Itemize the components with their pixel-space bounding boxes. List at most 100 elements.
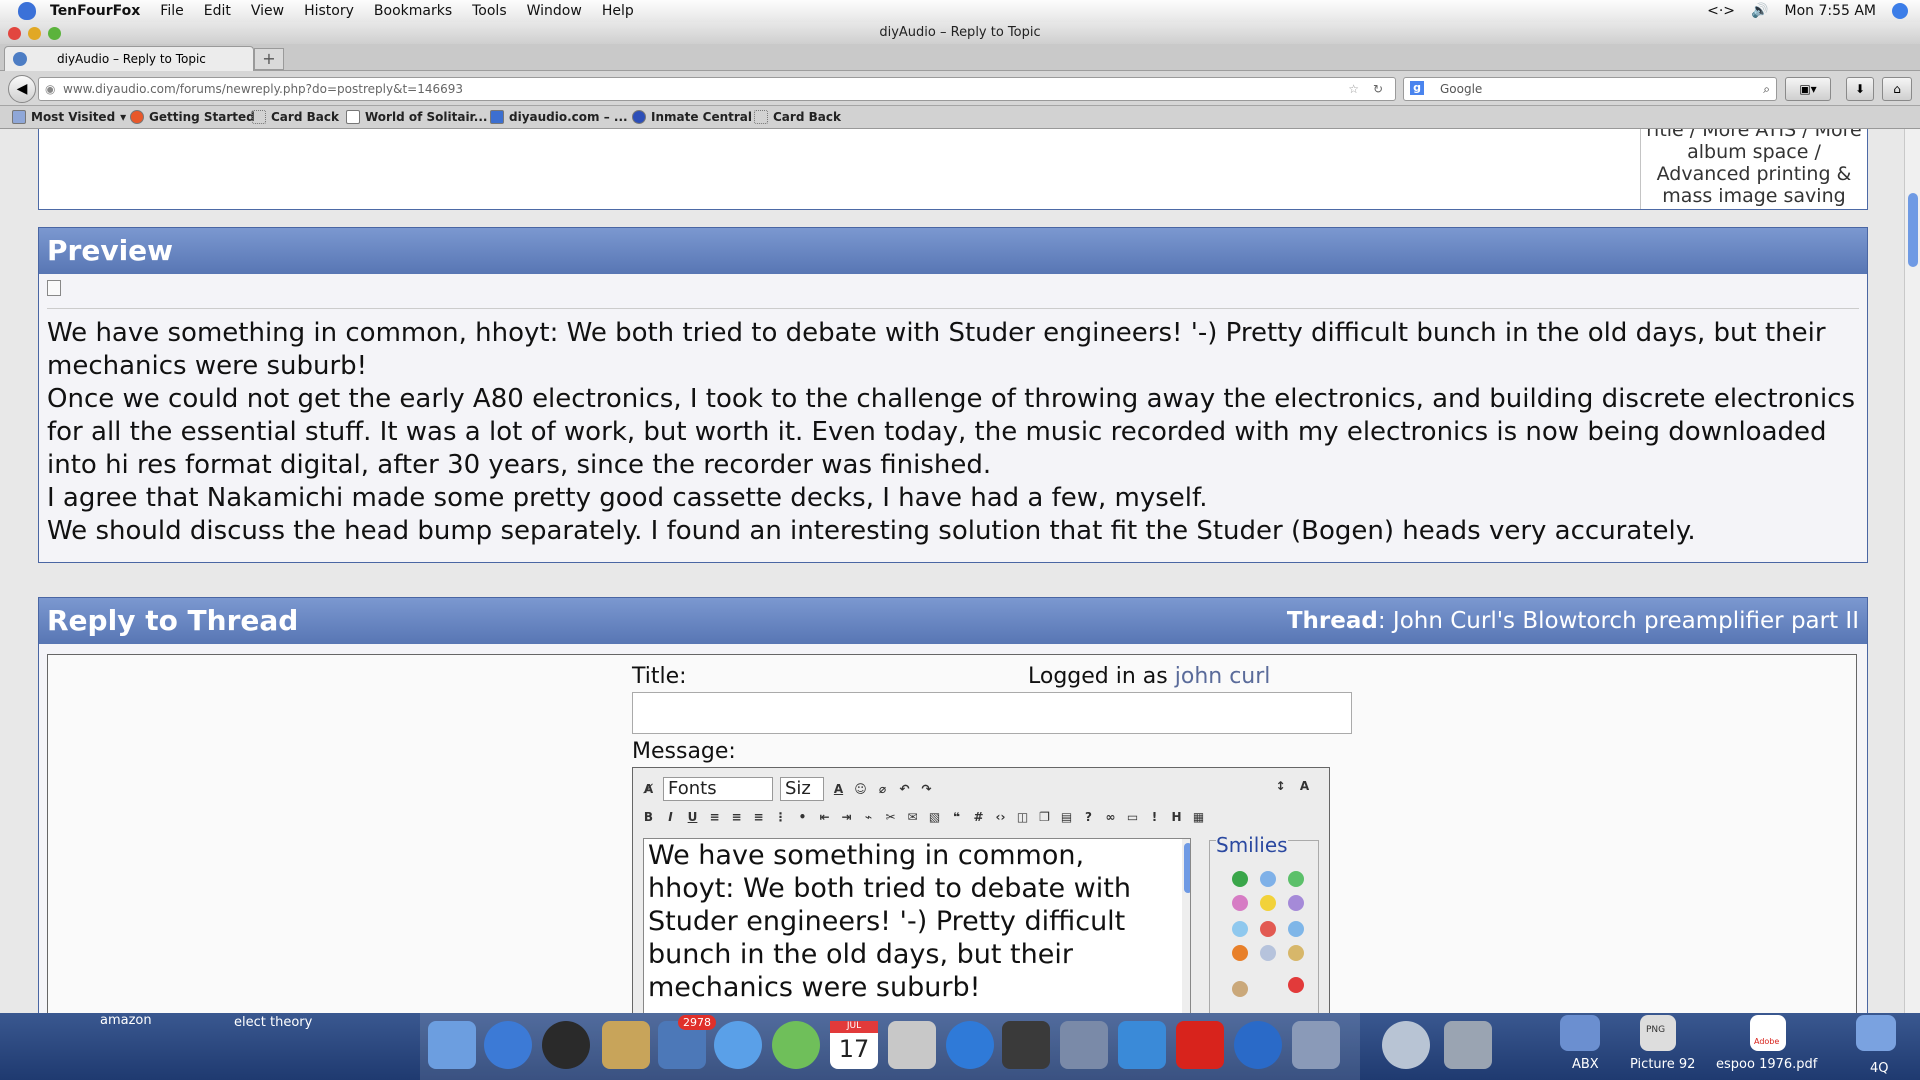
- trash-icon[interactable]: [1444, 1021, 1492, 1069]
- bookmark-most-visited[interactable]: Most Visited ▾: [12, 110, 126, 124]
- size-select[interactable]: Siz: [780, 777, 824, 801]
- textarea-scrollbar[interactable]: [1182, 839, 1190, 1013]
- finder-icon[interactable]: [428, 1021, 476, 1069]
- underline-icon[interactable]: U: [685, 810, 700, 825]
- bookmark-card-back-2[interactable]: Card Back: [754, 110, 841, 124]
- page-scrollbar[interactable]: [1904, 129, 1920, 1013]
- ichat-icon[interactable]: [714, 1021, 762, 1069]
- page-scroll-thumb[interactable]: [1908, 193, 1918, 267]
- iphoto-icon[interactable]: [1292, 1021, 1340, 1069]
- bookmark-inmate-central[interactable]: Inmate Central: [632, 110, 752, 124]
- tenfourfox-icon[interactable]: [1234, 1021, 1282, 1069]
- smiley-tongue-icon[interactable]: [1232, 895, 1248, 911]
- smiley-menu-icon[interactable]: ☺: [853, 782, 868, 797]
- chain-link-icon[interactable]: ∞: [1103, 810, 1118, 825]
- email-link-icon[interactable]: ✉: [905, 810, 920, 825]
- exclamation-icon[interactable]: !: [1147, 810, 1162, 825]
- switch-mode-icon[interactable]: A: [1297, 778, 1312, 793]
- resize-editor-icon[interactable]: ↕: [1273, 778, 1288, 793]
- unlink-icon[interactable]: ✂: [883, 810, 898, 825]
- align-center-icon[interactable]: ≡: [729, 810, 744, 825]
- close-window-icon[interactable]: [8, 27, 21, 40]
- undo-icon[interactable]: ↶: [897, 782, 912, 797]
- minimize-window-icon[interactable]: [28, 27, 41, 40]
- remove-format-icon[interactable]: A̸: [641, 782, 656, 797]
- ical-icon[interactable]: JUL 17: [830, 1021, 878, 1069]
- url-bar[interactable]: ◉ www.diyaudio.com/forums/newreply.php?d…: [38, 77, 1396, 101]
- textarea-scroll-thumb[interactable]: [1184, 843, 1190, 893]
- smiley-mad-icon[interactable]: [1260, 921, 1276, 937]
- thread-name[interactable]: John Curl's Blowtorch preamplifier part …: [1393, 608, 1859, 634]
- align-left-icon[interactable]: ≡: [707, 810, 722, 825]
- bookmark-getting-started[interactable]: Getting Started: [130, 110, 255, 124]
- title-input[interactable]: [632, 692, 1352, 734]
- smiley-eek-icon[interactable]: [1260, 945, 1276, 961]
- menu-app-name[interactable]: TenFourFox: [50, 3, 140, 19]
- align-right-icon[interactable]: ≡: [751, 810, 766, 825]
- smiley-rolleyes-icon[interactable]: [1288, 921, 1304, 937]
- downloads-button[interactable]: ⬇: [1846, 77, 1874, 101]
- username-link[interactable]: john curl: [1175, 664, 1271, 689]
- help-viewer-icon[interactable]: [1060, 1021, 1108, 1069]
- dashboard-icon[interactable]: [542, 1021, 590, 1069]
- safari-icon[interactable]: [484, 1021, 532, 1069]
- ordered-list-icon[interactable]: ⋮: [773, 810, 788, 825]
- bookmark-world-of-solitaire[interactable]: World of Solitair...: [346, 110, 487, 124]
- indent-icon[interactable]: ⇥: [839, 810, 854, 825]
- menu-window[interactable]: Window: [527, 3, 582, 19]
- home-button[interactable]: ⌂: [1882, 77, 1912, 101]
- back-button[interactable]: ◀: [8, 75, 36, 103]
- png-file-icon[interactable]: PNG: [1640, 1015, 1676, 1051]
- table-icon[interactable]: ▦: [1191, 810, 1206, 825]
- address-book-icon[interactable]: [602, 1021, 650, 1069]
- menu-help[interactable]: Help: [602, 3, 634, 19]
- printer-icon[interactable]: [1002, 1021, 1050, 1069]
- insert-image-icon[interactable]: ▧: [927, 810, 942, 825]
- bookmark-star-icon[interactable]: ☆: [1348, 78, 1359, 100]
- google-engine-icon[interactable]: g: [1410, 81, 1424, 95]
- smiley-confused-icon[interactable]: [1232, 921, 1248, 937]
- menu-edit[interactable]: Edit: [204, 3, 231, 19]
- apple-menu-icon[interactable]: [18, 2, 36, 20]
- sync-status-icon[interactable]: <·>: [1707, 3, 1735, 19]
- book-icon[interactable]: ▤: [1059, 810, 1074, 825]
- bookmark-card-back-1[interactable]: Card Back: [252, 110, 339, 124]
- screenshot-menu-button[interactable]: ▣▾: [1785, 77, 1831, 101]
- menu-history[interactable]: History: [304, 3, 354, 19]
- text-color-icon[interactable]: A: [831, 782, 846, 797]
- label-icon[interactable]: ▭: [1125, 810, 1140, 825]
- search-icon[interactable]: ⌕: [1763, 78, 1770, 100]
- smiley-music-icon[interactable]: [1288, 945, 1304, 961]
- ad-panel[interactable]: ritle / More ATIS / More album space / A…: [1640, 129, 1867, 209]
- smiley-reading-icon[interactable]: [1232, 981, 1248, 997]
- menu-bookmarks[interactable]: Bookmarks: [374, 3, 452, 19]
- new-tab-button[interactable]: +: [254, 48, 284, 70]
- redo-icon[interactable]: ↷: [919, 782, 934, 797]
- outdent-icon[interactable]: ⇤: [817, 810, 832, 825]
- pdf-file-icon[interactable]: Adobe: [1750, 1015, 1786, 1051]
- horizontal-rule-icon[interactable]: H: [1169, 810, 1184, 825]
- 4q-folder-icon[interactable]: [1856, 1015, 1896, 1051]
- zoom-window-icon[interactable]: [48, 27, 61, 40]
- html-icon[interactable]: ◫: [1015, 810, 1030, 825]
- attachment-icon[interactable]: ⌀: [875, 782, 890, 797]
- smiley-cool-icon[interactable]: [1232, 945, 1248, 961]
- abx-file-icon[interactable]: [1560, 1015, 1600, 1051]
- mail-icon[interactable]: 2978: [658, 1015, 716, 1069]
- quote-icon[interactable]: ❝: [949, 810, 964, 825]
- help-icon[interactable]: ?: [1081, 810, 1096, 825]
- bookmark-diyaudio[interactable]: diyaudio.com – ...: [490, 110, 628, 124]
- code-icon[interactable]: ‹›: [993, 810, 1008, 825]
- acrobat-icon[interactable]: [1176, 1021, 1224, 1069]
- smiley-santa-icon[interactable]: [1288, 977, 1304, 993]
- bold-icon[interactable]: B: [641, 810, 656, 825]
- unordered-list-icon[interactable]: •: [795, 810, 810, 825]
- site-identity-icon[interactable]: ◉: [45, 78, 55, 100]
- word-app-icon[interactable]: [1118, 1021, 1166, 1069]
- system-preferences-icon[interactable]: [888, 1021, 936, 1069]
- mail-downloads-icon[interactable]: [1382, 1021, 1430, 1069]
- smiley-wink-icon[interactable]: [1260, 871, 1276, 887]
- menu-clock[interactable]: Mon 7:55 AM: [1784, 3, 1876, 19]
- smiley-smile-icon[interactable]: [1260, 895, 1276, 911]
- copy-icon[interactable]: ❐: [1037, 810, 1052, 825]
